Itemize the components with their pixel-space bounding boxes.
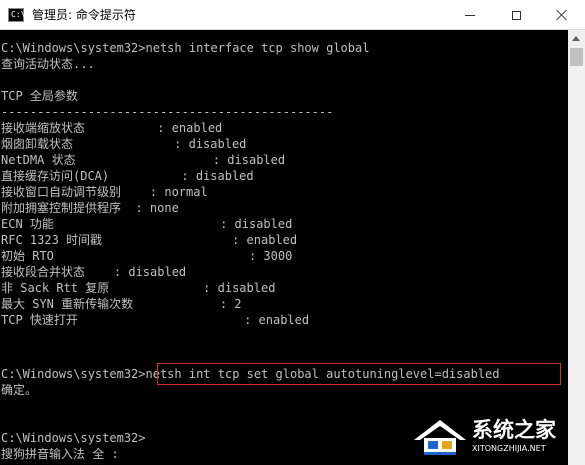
close-icon bbox=[556, 9, 568, 21]
console-line: 接收窗口自动调节级别 : normal bbox=[1, 185, 208, 199]
highlighted-command-box bbox=[157, 363, 561, 385]
console-line: 烟囱卸载状态 : disabled bbox=[1, 137, 247, 151]
console-line: 最大 SYN 重新传输次数 : 2 bbox=[1, 297, 242, 311]
close-button[interactable] bbox=[539, 0, 585, 30]
minimize-button[interactable] bbox=[447, 0, 493, 30]
console-line: ECN 功能 : disabled bbox=[1, 217, 293, 231]
console-line: 初始 RTO : 3000 bbox=[1, 249, 293, 263]
maximize-icon bbox=[511, 10, 521, 20]
console-line: TCP 快速打开 : enabled bbox=[1, 313, 310, 327]
console-line: 直接缓存访问(DCA) : disabled bbox=[1, 169, 254, 183]
console-line: 非 Sack Rtt 复原 : disabled bbox=[1, 281, 276, 295]
console-line: TCP 全局参数 bbox=[1, 89, 78, 103]
console-app-icon-glyph: C:\ bbox=[11, 10, 26, 19]
watermark-url: XITONGZHIJIA.NET bbox=[472, 444, 546, 453]
minimize-icon bbox=[465, 14, 475, 16]
command-prompt-window: C:\ 管理员: 命令提示符 C:\Windows\system32>netsh… bbox=[0, 0, 585, 465]
console-line: NetDMA 状态 : disabled bbox=[1, 153, 286, 167]
console-line: RFC 1323 时间戳 : enabled bbox=[1, 233, 298, 247]
console-line: 附加拥塞控制提供程序 : none bbox=[1, 201, 179, 215]
watermark-title: 系统之家 bbox=[472, 418, 556, 442]
vertical-scrollbar[interactable] bbox=[568, 30, 585, 465]
console-line: 接收端缩放状态 : enabled bbox=[1, 121, 223, 135]
window-title: 管理员: 命令提示符 bbox=[32, 8, 136, 22]
console-app-icon[interactable]: C:\ bbox=[8, 8, 26, 22]
console-line: 确定。 bbox=[1, 383, 38, 397]
scroll-thumb[interactable] bbox=[570, 48, 583, 66]
console-line: 接收段合并状态 : disabled bbox=[1, 265, 187, 279]
console-output[interactable]: C:\Windows\system32>netsh interface tcp … bbox=[0, 30, 568, 465]
console-line: C:\Windows\system32> bbox=[1, 431, 146, 445]
console-line: 搜狗拼音输入法 全 : bbox=[1, 447, 119, 461]
watermark: 系统之家 XITONGZHIJIA.NET bbox=[410, 414, 580, 460]
maximize-button[interactable] bbox=[493, 0, 539, 30]
console-line: ----------------------------------------… bbox=[1, 105, 334, 119]
house-logo-icon bbox=[414, 420, 466, 455]
console-line: C:\Windows\system32>netsh interface tcp … bbox=[1, 41, 370, 55]
console-line: 查询活动状态... bbox=[1, 57, 95, 71]
scroll-up-arrow-icon[interactable] bbox=[568, 30, 585, 47]
title-bar[interactable]: C:\ 管理员: 命令提示符 bbox=[0, 0, 585, 30]
